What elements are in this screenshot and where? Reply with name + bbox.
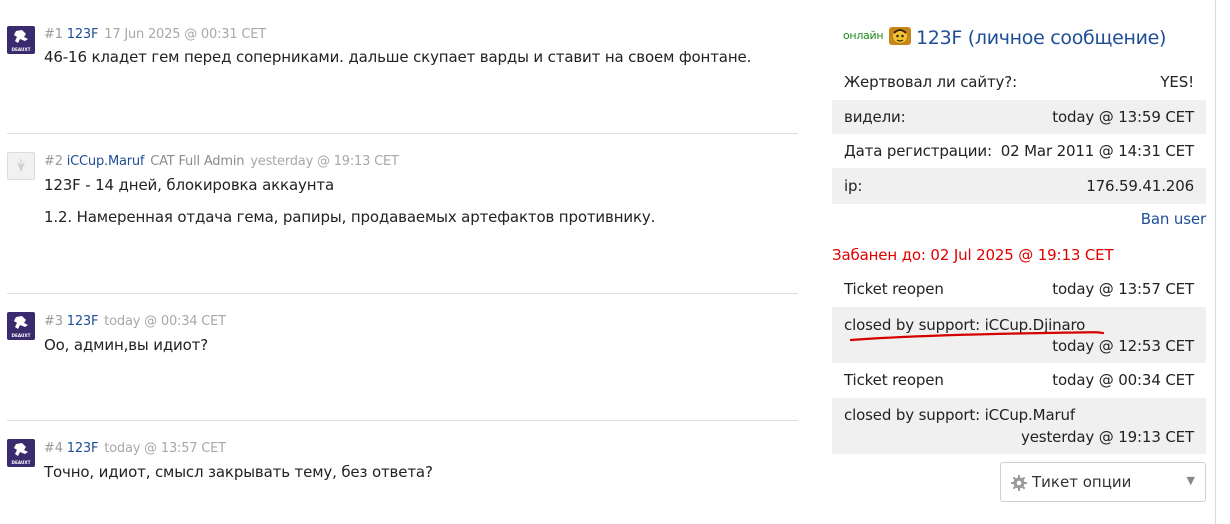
- post-timestamp: yesterday @ 19:13 CET: [250, 154, 399, 169]
- registration-row: Дата регистрации: 02 Mar 2011 @ 14:31 CE…: [832, 134, 1206, 168]
- chevron-down-icon: ▼: [1186, 474, 1195, 487]
- post-1: DEAUXT #1 123F 17 Jun 2025 @ 00:31 CET 46-…: [0, 0, 800, 130]
- ban-user-link[interactable]: Ban user: [1141, 210, 1206, 228]
- post-number: #4: [44, 441, 63, 456]
- profile-name-line: 123F (личное сообщение): [916, 27, 1166, 49]
- history-row: Ticket reopen today @ 00:34 CET: [832, 363, 1206, 398]
- history-time: today @ 00:34 CET: [1052, 371, 1194, 389]
- scrollbar-track[interactable]: [1215, 0, 1230, 524]
- post-username[interactable]: 123F: [67, 27, 99, 42]
- avatar[interactable]: DEAUXT: [7, 312, 35, 340]
- ip-label: ip:: [844, 177, 863, 195]
- donated-value: YES!: [1160, 73, 1194, 91]
- registration-value: 02 Mar 2011 @ 14:31 CET: [1000, 142, 1194, 160]
- history-action: closed by support: iCCup.Maruf: [844, 406, 1076, 424]
- svg-text:DEAUXT: DEAUXT: [12, 47, 31, 52]
- history-time: today @ 13:57 CET: [1052, 280, 1194, 298]
- post-number: #3: [44, 314, 63, 329]
- svg-text:DEAUXT: DEAUXT: [12, 333, 31, 338]
- history-action: Ticket reopen: [844, 371, 944, 389]
- history-action: Ticket reopen: [844, 280, 944, 298]
- red-annotation-underline: [849, 331, 1105, 342]
- post-body: 46-16 кладет гем перед соперниками. даль…: [44, 48, 752, 66]
- post-4: DEAUXT #4 123F today @ 13:57 CET Точно, ид…: [0, 421, 800, 521]
- history-row: closed by support: iCCup.Maruf yesterday…: [832, 398, 1206, 454]
- profile-username-link[interactable]: 123F: [916, 27, 962, 49]
- post-header: #1 123F 17 Jun 2025 @ 00:31 CET: [44, 27, 266, 42]
- team-logo-icon: DEAUXT: [7, 312, 35, 340]
- default-avatar-icon: [17, 159, 25, 172]
- ticket-options-select[interactable]: Тикет опции ▼: [1000, 462, 1206, 502]
- ip-row: ip: 176.59.41.206: [832, 168, 1206, 204]
- post-body: Оо, админ,вы идиот?: [44, 336, 209, 354]
- team-logo-icon: DEAUXT: [7, 26, 35, 54]
- svg-text:DEAUXT: DEAUXT: [12, 460, 31, 465]
- ticket-options-label: Тикет опции: [1032, 473, 1132, 491]
- history-time: yesterday @ 19:13 CET: [1020, 428, 1194, 446]
- post-body: Точно, идиот, смысл закрывать тему, без …: [44, 463, 433, 481]
- private-message-link[interactable]: (личное сообщение): [968, 27, 1167, 49]
- post-username[interactable]: 123F: [67, 314, 99, 329]
- user-role-badge: CAT Full Admin: [150, 154, 245, 169]
- post-header: #4 123F today @ 13:57 CET: [44, 441, 226, 456]
- gear-icon: [1011, 475, 1027, 491]
- avatar[interactable]: DEAUXT: [7, 439, 35, 467]
- donated-label: Жертвовал ли сайту?:: [844, 73, 1017, 91]
- post-body: 123F - 14 дней, блокировка аккаунта: [44, 176, 335, 194]
- registration-label: Дата регистрации:: [844, 142, 992, 160]
- post-number: #1: [44, 27, 63, 42]
- post-body: 1.2. Намеренная отдача гема, рапиры, про…: [44, 208, 656, 226]
- team-logo-icon: DEAUXT: [7, 439, 35, 467]
- post-username[interactable]: 123F: [67, 441, 99, 456]
- donated-row: Жертвовал ли сайту?: YES!: [832, 64, 1206, 100]
- post-timestamp: 17 Jun 2025 @ 00:31 CET: [104, 27, 266, 42]
- seen-value: today @ 13:59 CET: [1052, 108, 1194, 126]
- post-2: #2 iCCup.Maruf CAT Full Admin yesterday @ …: [0, 134, 800, 292]
- avatar[interactable]: DEAUXT: [7, 26, 35, 54]
- ip-value: 176.59.41.206: [1086, 177, 1194, 195]
- post-number: #2: [44, 154, 63, 169]
- seen-label: видели:: [844, 108, 906, 126]
- post-timestamp: today @ 13:57 CET: [104, 441, 226, 456]
- online-status: онлайн: [843, 29, 884, 42]
- post-timestamp: today @ 00:34 CET: [104, 314, 226, 329]
- post-header: #3 123F today @ 00:34 CET: [44, 314, 226, 329]
- post-header: #2 iCCup.Maruf CAT Full Admin yesterday @ …: [44, 154, 399, 169]
- post-3: DEAUXT #3 123F today @ 00:34 CET Оо, админ…: [0, 294, 800, 419]
- seen-row: видели: today @ 13:59 CET: [832, 100, 1206, 134]
- post-username[interactable]: iCCup.Maruf: [67, 154, 145, 169]
- user-mini-avatar-icon: [889, 27, 911, 45]
- history-row: Ticket reopen today @ 13:57 CET: [832, 272, 1206, 307]
- banned-until-notice: Забанен до: 02 Jul 2025 @ 19:13 CET: [832, 246, 1114, 264]
- avatar[interactable]: [7, 152, 35, 180]
